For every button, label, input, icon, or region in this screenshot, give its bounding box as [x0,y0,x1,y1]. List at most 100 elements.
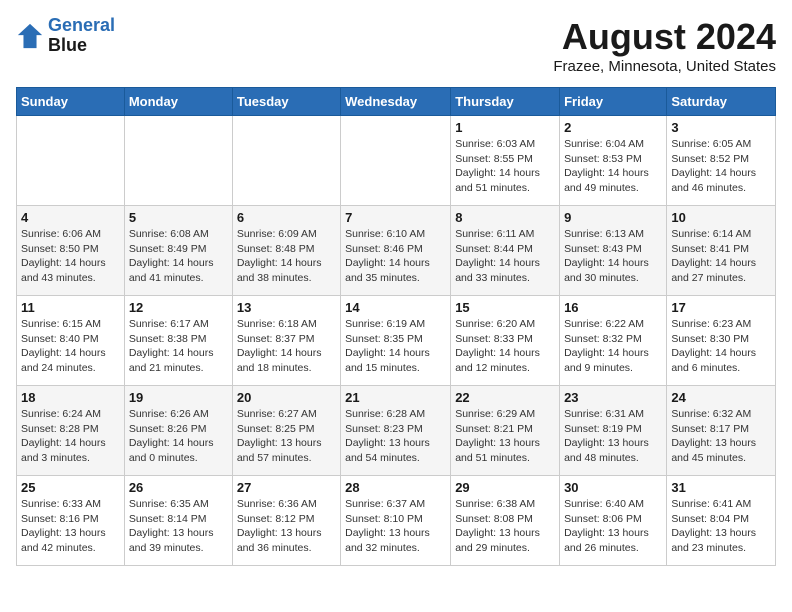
day-number: 28 [345,480,446,495]
day-of-week-header: Saturday [667,88,776,116]
day-info: Sunrise: 6:40 AM Sunset: 8:06 PM Dayligh… [564,497,662,556]
day-number: 21 [345,390,446,405]
day-info: Sunrise: 6:26 AM Sunset: 8:26 PM Dayligh… [129,407,228,466]
day-of-week-header: Tuesday [232,88,340,116]
calendar-day-cell: 7Sunrise: 6:10 AM Sunset: 8:46 PM Daylig… [341,206,451,296]
day-info: Sunrise: 6:41 AM Sunset: 8:04 PM Dayligh… [671,497,771,556]
calendar-week-row: 1 Sunrise: 6:03 AM Sunset: 8:55 PM Daylig… [17,116,776,206]
day-number: 29 [455,480,555,495]
day-number: 15 [455,300,555,315]
day-of-week-header: Monday [124,88,232,116]
day-number: 9 [564,210,662,225]
calendar-header-row: SundayMondayTuesdayWednesdayThursdayFrid… [17,88,776,116]
day-info: Sunrise: 6:38 AM Sunset: 8:08 PM Dayligh… [455,497,555,556]
day-number: 17 [671,300,771,315]
day-info: Sunrise: 6:27 AM Sunset: 8:25 PM Dayligh… [237,407,336,466]
calendar-day-cell: 18 Sunrise: 6:24 AM Sunset: 8:28 PM Dayli… [17,386,125,476]
day-info: Sunrise: 6:31 AM Sunset: 8:19 PM Dayligh… [564,407,662,466]
calendar-day-cell: 6Sunrise: 6:09 AM Sunset: 8:48 PM Daylig… [232,206,340,296]
calendar-week-row: 18 Sunrise: 6:24 AM Sunset: 8:28 PM Dayli… [17,386,776,476]
calendar-day-cell: 15 Sunrise: 6:20 AM Sunset: 8:33 PM Dayli… [451,296,560,386]
day-number: 18 [21,390,120,405]
calendar-day-cell: 11Sunrise: 6:15 AM Sunset: 8:40 PM Dayli… [17,296,125,386]
calendar-day-cell: 14 Sunrise: 6:19 AM Sunset: 8:35 PM Dayli… [341,296,451,386]
day-number: 16 [564,300,662,315]
calendar-day-cell [17,116,125,206]
calendar-subtitle: Frazee, Minnesota, United States [553,58,776,75]
calendar-day-cell: 25 Sunrise: 6:33 AM Sunset: 8:16 PM Dayli… [17,476,125,566]
day-number: 3 [671,120,771,135]
logo-text: General Blue [48,16,115,56]
calendar-day-cell: 28 Sunrise: 6:37 AM Sunset: 8:10 PM Dayli… [341,476,451,566]
calendar-day-cell: 1 Sunrise: 6:03 AM Sunset: 8:55 PM Daylig… [451,116,560,206]
calendar-week-row: 4Sunrise: 6:06 AM Sunset: 8:50 PM Daylig… [17,206,776,296]
day-number: 25 [21,480,120,495]
day-info: Sunrise: 6:13 AM Sunset: 8:43 PM Dayligh… [564,227,662,286]
calendar-day-cell: 13 Sunrise: 6:18 AM Sunset: 8:37 PM Dayli… [232,296,340,386]
day-number: 1 [455,120,555,135]
day-info: Sunrise: 6:37 AM Sunset: 8:10 PM Dayligh… [345,497,446,556]
day-info: Sunrise: 6:08 AM Sunset: 8:49 PM Dayligh… [129,227,228,286]
calendar-day-cell: 12 Sunrise: 6:17 AM Sunset: 8:38 PM Dayli… [124,296,232,386]
calendar-day-cell: 8Sunrise: 6:11 AM Sunset: 8:44 PM Daylig… [451,206,560,296]
day-info: Sunrise: 6:05 AM Sunset: 8:52 PM Dayligh… [671,137,771,196]
calendar-day-cell: 17 Sunrise: 6:23 AM Sunset: 8:30 PM Dayli… [667,296,776,386]
day-info: Sunrise: 6:22 AM Sunset: 8:32 PM Dayligh… [564,317,662,376]
day-number: 5 [129,210,228,225]
calendar-day-cell: 24Sunrise: 6:32 AM Sunset: 8:17 PM Dayli… [667,386,776,476]
day-info: Sunrise: 6:09 AM Sunset: 8:48 PM Dayligh… [237,227,336,286]
day-number: 22 [455,390,555,405]
calendar-day-cell: 19 Sunrise: 6:26 AM Sunset: 8:26 PM Dayli… [124,386,232,476]
calendar-day-cell: 31 Sunrise: 6:41 AM Sunset: 8:04 PM Dayli… [667,476,776,566]
day-of-week-header: Friday [560,88,667,116]
day-number: 31 [671,480,771,495]
calendar-table: SundayMondayTuesdayWednesdayThursdayFrid… [16,87,776,566]
calendar-week-row: 11Sunrise: 6:15 AM Sunset: 8:40 PM Dayli… [17,296,776,386]
day-info: Sunrise: 6:33 AM Sunset: 8:16 PM Dayligh… [21,497,120,556]
calendar-day-cell: 21 Sunrise: 6:28 AM Sunset: 8:23 PM Dayli… [341,386,451,476]
page-header: General Blue August 2024 Frazee, Minneso… [16,16,776,75]
calendar-day-cell: 30 Sunrise: 6:40 AM Sunset: 8:06 PM Dayli… [560,476,667,566]
day-info: Sunrise: 6:23 AM Sunset: 8:30 PM Dayligh… [671,317,771,376]
day-info: Sunrise: 6:03 AM Sunset: 8:55 PM Dayligh… [455,137,555,196]
calendar-day-cell: 29 Sunrise: 6:38 AM Sunset: 8:08 PM Dayli… [451,476,560,566]
day-number: 23 [564,390,662,405]
day-info: Sunrise: 6:17 AM Sunset: 8:38 PM Dayligh… [129,317,228,376]
day-of-week-header: Thursday [451,88,560,116]
day-number: 14 [345,300,446,315]
calendar-day-cell: 10 Sunrise: 6:14 AM Sunset: 8:41 PM Dayli… [667,206,776,296]
day-info: Sunrise: 6:10 AM Sunset: 8:46 PM Dayligh… [345,227,446,286]
day-info: Sunrise: 6:18 AM Sunset: 8:37 PM Dayligh… [237,317,336,376]
calendar-day-cell [232,116,340,206]
day-info: Sunrise: 6:28 AM Sunset: 8:23 PM Dayligh… [345,407,446,466]
day-info: Sunrise: 6:06 AM Sunset: 8:50 PM Dayligh… [21,227,120,286]
day-number: 13 [237,300,336,315]
day-number: 30 [564,480,662,495]
day-number: 11 [21,300,120,315]
day-info: Sunrise: 6:11 AM Sunset: 8:44 PM Dayligh… [455,227,555,286]
logo: General Blue [16,16,115,56]
calendar-day-cell: 9 Sunrise: 6:13 AM Sunset: 8:43 PM Daylig… [560,206,667,296]
calendar-day-cell: 3 Sunrise: 6:05 AM Sunset: 8:52 PM Daylig… [667,116,776,206]
calendar-day-cell: 5 Sunrise: 6:08 AM Sunset: 8:49 PM Daylig… [124,206,232,296]
day-number: 12 [129,300,228,315]
day-info: Sunrise: 6:14 AM Sunset: 8:41 PM Dayligh… [671,227,771,286]
day-info: Sunrise: 6:35 AM Sunset: 8:14 PM Dayligh… [129,497,228,556]
calendar-day-cell [341,116,451,206]
calendar-day-cell: 22Sunrise: 6:29 AM Sunset: 8:21 PM Dayli… [451,386,560,476]
day-info: Sunrise: 6:32 AM Sunset: 8:17 PM Dayligh… [671,407,771,466]
day-of-week-header: Sunday [17,88,125,116]
calendar-day-cell: 23 Sunrise: 6:31 AM Sunset: 8:19 PM Dayli… [560,386,667,476]
day-number: 20 [237,390,336,405]
day-number: 19 [129,390,228,405]
day-number: 26 [129,480,228,495]
calendar-day-cell: 4Sunrise: 6:06 AM Sunset: 8:50 PM Daylig… [17,206,125,296]
calendar-day-cell: 20 Sunrise: 6:27 AM Sunset: 8:25 PM Dayli… [232,386,340,476]
day-info: Sunrise: 6:24 AM Sunset: 8:28 PM Dayligh… [21,407,120,466]
calendar-day-cell: 2Sunrise: 6:04 AM Sunset: 8:53 PM Daylig… [560,116,667,206]
logo-icon [16,22,44,50]
calendar-day-cell [124,116,232,206]
day-number: 10 [671,210,771,225]
day-info: Sunrise: 6:20 AM Sunset: 8:33 PM Dayligh… [455,317,555,376]
day-info: Sunrise: 6:19 AM Sunset: 8:35 PM Dayligh… [345,317,446,376]
